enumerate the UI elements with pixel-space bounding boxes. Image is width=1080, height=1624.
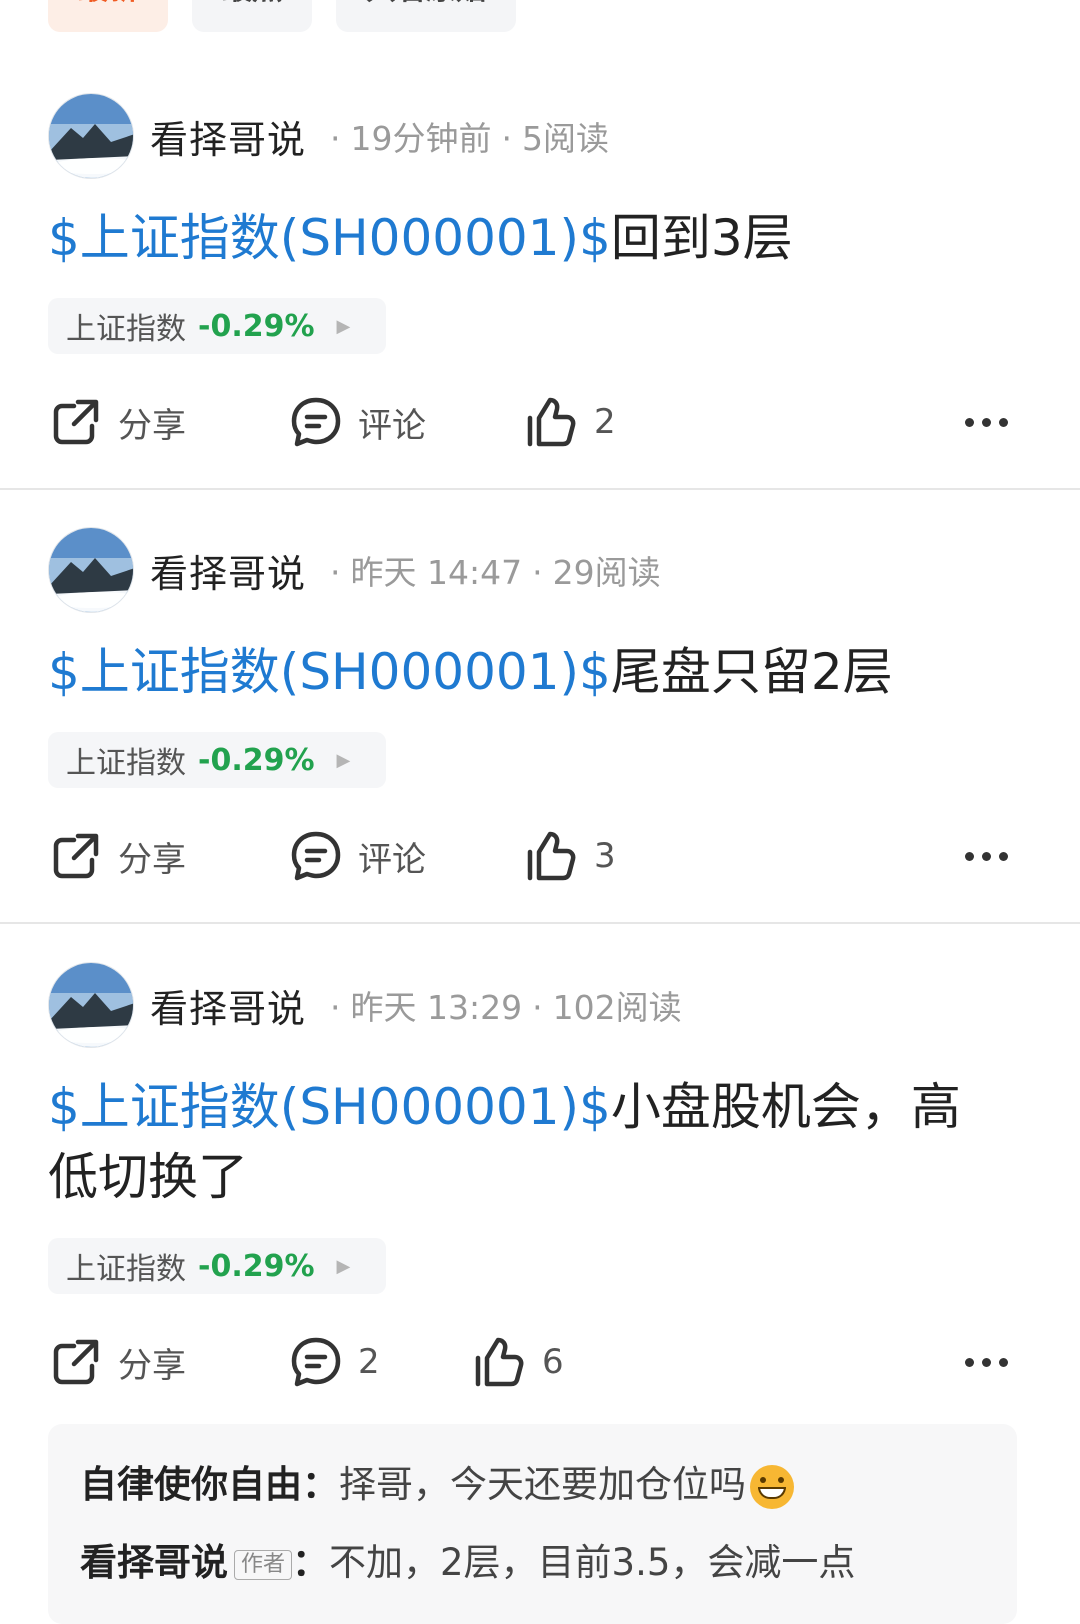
share-label: 分享 xyxy=(118,1345,186,1386)
chevron-right-icon: ▶ xyxy=(336,315,351,337)
author-badge: 作者 xyxy=(234,1549,293,1580)
post-actions: 分享 2 6 xyxy=(48,1327,1038,1397)
stock-tag-link[interactable]: $上证指数(SH000001)$ xyxy=(48,643,611,701)
like-count: 3 xyxy=(594,836,616,876)
chevron-right-icon: ▶ xyxy=(336,749,351,771)
stock-tag-link[interactable]: $上证指数(SH000001)$ xyxy=(48,1078,611,1136)
stock-chip[interactable]: 上证指数 -0.29% ▶ xyxy=(48,1238,386,1294)
post-time: 19分钟前 xyxy=(350,119,492,158)
post-actions: 分享 评论 2 xyxy=(48,387,1038,457)
post-meta: · 昨天 14:47 · 29阅读 xyxy=(330,553,661,592)
post-header: 看择哥说 · 昨天 13:29 · 102阅读 xyxy=(48,960,682,1050)
post-header: 看择哥说 · 昨天 14:47 · 29阅读 xyxy=(48,525,661,615)
share-label: 分享 xyxy=(118,405,186,446)
comment-label: 评论 xyxy=(358,405,426,446)
commenter-name[interactable]: 自律使你自由 xyxy=(80,1463,302,1506)
like-count: 6 xyxy=(542,1342,564,1382)
like-button[interactable]: 6 xyxy=(472,1327,564,1397)
share-button[interactable]: 分享 xyxy=(48,821,186,891)
post-content[interactable]: $上证指数(SH000001)$回到3层 xyxy=(48,203,1038,273)
post-meta: · 昨天 13:29 · 102阅读 xyxy=(330,988,682,1027)
grin-emoji-icon xyxy=(750,1464,794,1509)
comment-icon xyxy=(291,1337,341,1387)
chip-change-pct: -0.29% xyxy=(198,1248,315,1284)
more-icon[interactable] xyxy=(965,387,1008,457)
post-time: 昨天 13:29 xyxy=(350,988,523,1027)
comment-button[interactable]: 2 xyxy=(288,1327,380,1397)
like-button[interactable]: 3 xyxy=(524,821,616,891)
chip-stock-name: 上证指数 xyxy=(66,1252,186,1287)
comment-separator: ： xyxy=(292,1541,330,1584)
comment-icon xyxy=(291,397,341,447)
like-count: 2 xyxy=(594,402,616,442)
author-name[interactable]: 看择哥说 xyxy=(150,543,306,598)
stock-chip[interactable]: 上证指数 -0.29% ▶ xyxy=(48,298,386,354)
comment-label: 评论 xyxy=(358,839,426,880)
more-icon[interactable] xyxy=(965,821,1008,891)
chevron-right-icon: ▶ xyxy=(336,1255,351,1277)
post-text: 回到3层 xyxy=(610,209,793,267)
chip-change-pct: -0.29% xyxy=(198,742,315,778)
read-count: 5阅读 xyxy=(522,119,610,158)
comment-count: 2 xyxy=(358,1342,380,1382)
comment-separator: ： xyxy=(302,1463,339,1506)
like-button[interactable]: 2 xyxy=(524,387,616,457)
more-icon[interactable] xyxy=(965,1327,1008,1397)
comments-preview[interactable]: 自律使你自由：择哥，今天还要加仓位吗 看择哥说 作者 ：不加，2层，目前3.5，会减… xyxy=(48,1424,1017,1624)
stock-tag-link[interactable]: $上证指数(SH000001)$ xyxy=(48,209,611,267)
comment-item[interactable]: 自律使你自由：择哥，今天还要加仓位吗 xyxy=(80,1446,985,1524)
author-name[interactable]: 看择哥说 xyxy=(150,978,306,1033)
share-button[interactable]: 分享 xyxy=(48,387,186,457)
post-actions: 分享 评论 3 xyxy=(48,821,1038,891)
comment-button[interactable]: 评论 xyxy=(288,821,426,891)
author-name[interactable]: 看择哥说 xyxy=(150,109,306,164)
avatar[interactable] xyxy=(48,527,134,613)
share-button[interactable]: 分享 xyxy=(48,1327,186,1397)
chip-stock-name: 上证指数 xyxy=(66,312,186,347)
post-header: 看择哥说 · 19分钟前 · 5阅读 xyxy=(48,91,609,181)
chip-stock-name: 上证指数 xyxy=(66,746,186,781)
chip-change-pct: -0.29% xyxy=(198,308,315,344)
comment-text: 不加，2层，目前3.5，会减一点 xyxy=(329,1541,856,1584)
filter-tabs: 最新 最热 只看原贴 xyxy=(48,0,516,32)
post-content[interactable]: $上证指数(SH000001)$尾盘只留2层 xyxy=(48,637,1038,707)
stock-chip[interactable]: 上证指数 -0.29% ▶ xyxy=(48,732,386,788)
post-time: 昨天 14:47 xyxy=(350,553,523,592)
divider xyxy=(0,922,1080,924)
tab-hot[interactable]: 最热 xyxy=(192,0,312,32)
read-count: 29阅读 xyxy=(552,553,661,592)
comment-icon xyxy=(291,831,341,881)
read-count: 102阅读 xyxy=(552,988,682,1027)
post-meta: · 19分钟前 · 5阅读 xyxy=(330,119,610,158)
share-icon xyxy=(53,833,99,879)
post-text: 尾盘只留2层 xyxy=(610,643,893,701)
post-content[interactable]: $上证指数(SH000001)$小盘股机会，高低切换了 xyxy=(48,1072,1008,1212)
commenter-name[interactable]: 看择哥说 xyxy=(80,1541,228,1584)
avatar[interactable] xyxy=(48,93,134,179)
share-icon xyxy=(53,1339,99,1385)
avatar[interactable] xyxy=(48,962,134,1048)
thumbs-up-icon xyxy=(527,397,576,447)
share-icon xyxy=(53,399,99,445)
share-label: 分享 xyxy=(118,839,186,880)
divider xyxy=(0,488,1080,490)
comment-text: 择哥，今天还要加仓位吗 xyxy=(339,1463,746,1506)
comment-item[interactable]: 看择哥说 作者 ：不加，2层，目前3.5，会减一点 xyxy=(80,1524,985,1602)
tab-original-only[interactable]: 只看原贴 xyxy=(336,0,516,32)
thumbs-up-icon xyxy=(527,831,576,881)
comment-button[interactable]: 评论 xyxy=(288,387,426,457)
thumbs-up-icon xyxy=(475,1337,524,1387)
tab-latest[interactable]: 最新 xyxy=(48,0,168,32)
